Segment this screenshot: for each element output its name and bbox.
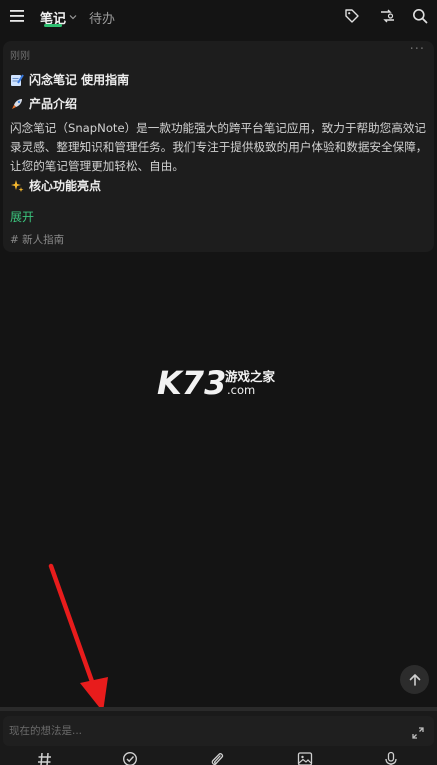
hashtag-icon[interactable] (36, 751, 52, 765)
rocket-icon (10, 97, 24, 111)
search-icon[interactable] (410, 6, 430, 26)
scroll-to-top-button[interactable] (400, 665, 429, 694)
image-icon[interactable] (297, 751, 313, 765)
svg-text:游戏之家: 游戏之家 (225, 369, 276, 384)
svg-text:.com: .com (227, 383, 255, 397)
chevron-down-icon (69, 15, 77, 20)
svg-text:K73: K73 (157, 364, 226, 399)
section-core-features: 核心功能亮点 (10, 177, 101, 194)
note-title-text: 闪念笔记 使用指南 (29, 73, 130, 87)
thought-input[interactable] (3, 716, 434, 746)
tab-todo-label: 待办 (89, 11, 116, 27)
tag-icon[interactable] (342, 6, 362, 26)
memo-icon (10, 73, 24, 87)
section-product-intro-text: 产品介绍 (29, 97, 78, 111)
menu-icon[interactable] (8, 7, 26, 25)
tab-todo[interactable]: 待办 (89, 6, 115, 28)
k73-watermark-logo: K73 游戏之家 .com (157, 363, 287, 402)
sync-icon[interactable] (377, 6, 397, 26)
expand-link[interactable]: 展开 (10, 208, 34, 225)
note-tag[interactable]: # 新人指南 (10, 232, 64, 247)
sparkles-icon (10, 179, 24, 193)
active-tab-indicator (44, 24, 62, 27)
top-bar: 笔记 待办 (0, 0, 437, 32)
todo-check-icon[interactable] (122, 751, 138, 765)
microphone-icon[interactable] (383, 751, 399, 765)
note-body: 闪念笔记（SnapNote）是一款功能强大的跨平台笔记应用，致力于帮助您高效记录… (10, 121, 428, 173)
section-product-intro: 产品介绍 (10, 95, 77, 112)
note-composer (0, 707, 437, 765)
note-timestamp: 刚刚 (10, 51, 30, 62)
note-card[interactable]: 刚刚 ··· 闪念笔记 使用指南 产品介绍 闪念笔记（SnapNote）是一款功… (3, 41, 434, 252)
more-options-icon[interactable]: ··· (410, 42, 425, 57)
fullscreen-icon[interactable] (411, 725, 425, 739)
section-core-features-text: 核心功能亮点 (29, 179, 102, 193)
app-screen: 笔记 待办 刚刚 ··· 闪念笔记 使用指南 产品介绍 闪念笔记（SnapNot… (0, 0, 437, 765)
note-title: 闪念笔记 使用指南 (10, 71, 129, 88)
attachment-icon[interactable] (209, 751, 225, 765)
arrow-up-icon (409, 673, 420, 686)
